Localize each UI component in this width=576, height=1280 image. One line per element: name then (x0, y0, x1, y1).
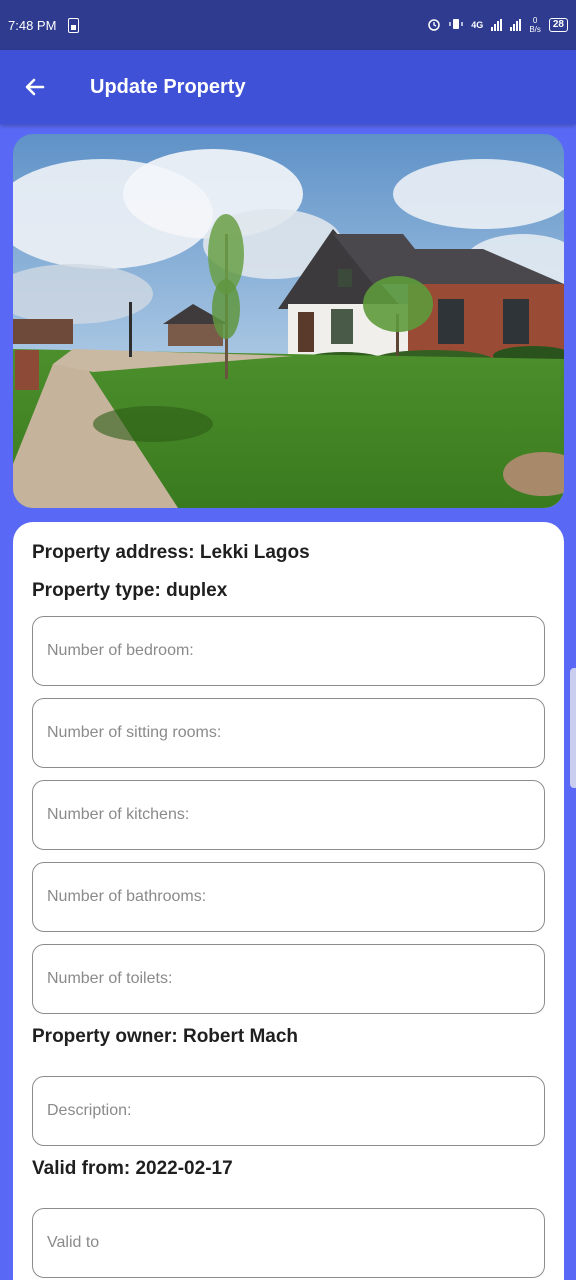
alarm-icon (427, 17, 441, 34)
property-address: Property address: Lekki Lagos (32, 542, 310, 563)
sitting-rooms-input[interactable] (47, 724, 544, 742)
battery-saver-icon (68, 17, 80, 33)
kitchens-field[interactable] (32, 780, 545, 850)
valid-to-input[interactable] (47, 1234, 544, 1252)
battery-level: 28 (548, 18, 568, 32)
data-speed: 0 B/s (529, 16, 541, 34)
property-image (13, 134, 564, 508)
edge-panel-handle[interactable] (570, 668, 576, 788)
app-bar: Update Property (0, 50, 576, 124)
sitting-rooms-field[interactable] (32, 698, 545, 768)
vibrate-icon (449, 17, 463, 34)
status-time: 7:48 PM (8, 17, 57, 33)
network-type: 4G (471, 20, 484, 30)
data-speed-unit: B/s (529, 25, 541, 34)
toilets-field[interactable] (32, 944, 545, 1014)
back-button[interactable] (15, 67, 55, 107)
description-field[interactable] (32, 1076, 545, 1146)
bathrooms-field[interactable] (32, 862, 545, 932)
property-type: Property type: duplex (32, 580, 228, 601)
signal-icon (491, 19, 503, 31)
page-title: Update Property (90, 75, 246, 98)
data-speed-value: 0 (532, 16, 538, 25)
property-form-card: Property address: Lekki Lagos Property t… (13, 522, 564, 1280)
description-input[interactable] (47, 1102, 544, 1120)
kitchens-input[interactable] (47, 806, 544, 824)
bedroom-field[interactable] (32, 616, 545, 686)
property-owner: Property owner: Robert Mach (32, 1026, 299, 1047)
bathrooms-input[interactable] (47, 888, 544, 906)
status-bar: 7:48 PM 4G 0 B/s 28 (0, 0, 576, 50)
arrow-left-icon (25, 78, 45, 96)
valid-from: Valid from: 2022-02-17 (32, 1158, 233, 1179)
valid-to-field[interactable] (32, 1208, 545, 1278)
bedroom-input[interactable] (47, 642, 544, 660)
signal-icon-2 (510, 19, 522, 31)
toilets-input[interactable] (47, 970, 544, 988)
